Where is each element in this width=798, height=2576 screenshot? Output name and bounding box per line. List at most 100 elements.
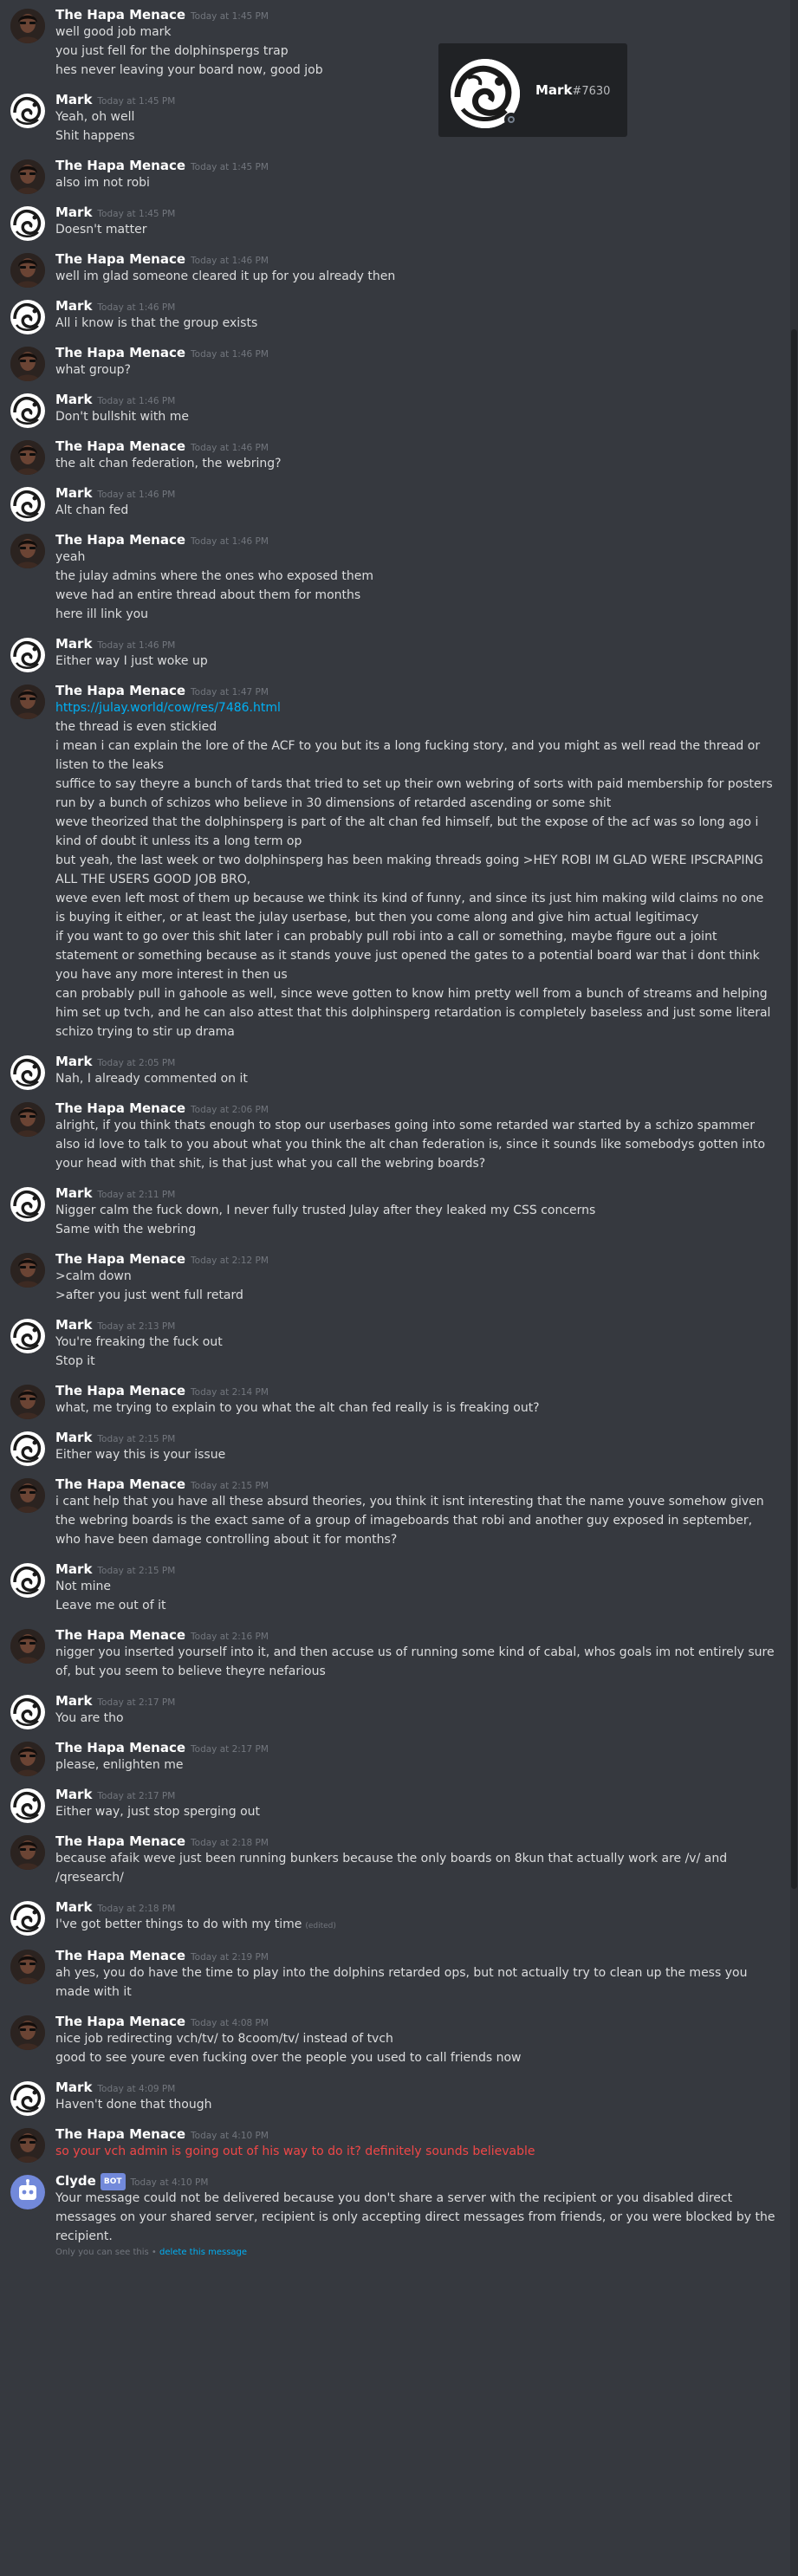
message-group: The Hapa Menace Today at 1:46 PM the alt c… <box>0 431 790 478</box>
message-header: Mark Today at 1:46 PM <box>55 392 776 407</box>
hapa-avatar-icon[interactable] <box>10 1742 45 1776</box>
delete-message-link[interactable]: delete this message <box>159 2248 247 2257</box>
author-name[interactable]: The Hapa Menace <box>55 683 185 698</box>
mark-avatar-icon[interactable] <box>10 300 45 334</box>
mark-avatar-icon[interactable] <box>10 206 45 241</box>
hapa-avatar-icon[interactable] <box>10 1835 45 1870</box>
message-line: Yeah, oh well <box>55 107 776 127</box>
author-name[interactable]: Mark <box>55 1317 92 1333</box>
hapa-avatar-icon[interactable] <box>10 1629 45 1664</box>
mark-avatar-icon[interactable] <box>10 1187 45 1222</box>
timestamp: Today at 1:45 PM <box>191 162 269 172</box>
popout-username: Mark#7630 <box>535 82 611 98</box>
hapa-avatar-icon[interactable] <box>10 1385 45 1419</box>
message-line: Either way this is your issue <box>55 1445 776 1464</box>
hapa-avatar-icon[interactable] <box>10 440 45 475</box>
author-name[interactable]: The Hapa Menace <box>55 1100 185 1116</box>
mark-avatar-icon[interactable] <box>10 1055 45 1090</box>
message-line: i mean i can explain the lore of the ACF… <box>55 736 776 775</box>
hapa-avatar-icon[interactable] <box>10 2128 45 2163</box>
author-name[interactable]: Mark <box>55 636 92 652</box>
message-line: I've got better things to do with my tim… <box>55 1915 776 1936</box>
message-line: Stop it <box>55 1352 776 1371</box>
message-group: Mark Today at 1:46 PM Don't bullshit with … <box>0 385 790 431</box>
hapa-avatar-icon[interactable] <box>10 534 45 568</box>
mark-avatar-icon[interactable] <box>10 1319 45 1353</box>
hapa-avatar-icon[interactable] <box>10 2015 45 2050</box>
hapa-avatar-icon[interactable] <box>10 347 45 381</box>
author-name[interactable]: Mark <box>55 298 92 314</box>
message-line: because afaik weve just been running bun… <box>55 1849 776 1887</box>
message-line: run by a bunch of schizos who believe in… <box>55 794 776 813</box>
message-text: yeah <box>55 550 86 564</box>
message-header: The Hapa Menace Today at 1:46 PM <box>55 438 776 454</box>
author-name[interactable]: The Hapa Menace <box>55 2014 185 2029</box>
author-name[interactable]: The Hapa Menace <box>55 158 185 173</box>
mark-avatar-icon[interactable] <box>10 1788 45 1823</box>
message-text: You are tho <box>55 1711 124 1725</box>
scrollbar[interactable] <box>790 0 798 2576</box>
hapa-avatar-icon[interactable] <box>10 1478 45 1513</box>
message-line: Same with the webring <box>55 1220 776 1239</box>
mark-avatar-icon[interactable] <box>10 1431 45 1466</box>
message-text: Same with the webring <box>55 1223 197 1236</box>
hapa-avatar-icon[interactable] <box>10 1102 45 1137</box>
hapa-avatar-icon[interactable] <box>10 1950 45 1984</box>
author-name[interactable]: The Hapa Menace <box>55 1740 185 1755</box>
message-text: Either way I just woke up <box>55 654 208 668</box>
author-name[interactable]: Mark <box>55 1899 92 1915</box>
hapa-avatar-icon[interactable] <box>10 9 45 43</box>
author-name[interactable]: Mark <box>55 1054 92 1069</box>
author-name[interactable]: The Hapa Menace <box>55 1383 185 1398</box>
message-group: Mark Today at 1:46 PM Alt chan fed <box>0 478 790 525</box>
mark-avatar-icon[interactable] <box>10 393 45 428</box>
message-header: The Hapa Menace Today at 2:18 PM <box>55 1833 776 1849</box>
author-name[interactable]: The Hapa Menace <box>55 1833 185 1849</box>
hapa-avatar-icon[interactable] <box>10 1253 45 1288</box>
author-name[interactable]: Mark <box>55 92 92 107</box>
message-line: Alt chan fed <box>55 501 776 520</box>
clyde-bot-avatar-icon[interactable] <box>10 2175 45 2209</box>
message-group: The Hapa Menace Today at 2:14 PM what, me … <box>0 1376 790 1423</box>
edited-label: (edited) <box>305 1922 336 1930</box>
mark-avatar-icon[interactable] <box>10 1695 45 1729</box>
mark-avatar-icon[interactable] <box>10 2081 45 2116</box>
author-name[interactable]: Mark <box>55 1185 92 1201</box>
message-group: Mark Today at 2:05 PM Nah, I already comme… <box>0 1047 790 1093</box>
hapa-avatar-icon[interactable] <box>10 685 45 719</box>
message-header: Mark Today at 2:11 PM <box>55 1185 776 1201</box>
message-group: The Hapa Menace Today at 2:17 PM please, e… <box>0 1733 790 1780</box>
author-name[interactable]: Mark <box>55 1787 92 1802</box>
mark-avatar-icon[interactable] <box>10 487 45 522</box>
author-name[interactable]: Mark <box>55 392 92 407</box>
author-name[interactable]: The Hapa Menace <box>55 532 185 548</box>
author-name[interactable]: The Hapa Menace <box>55 2126 185 2142</box>
author-name[interactable]: The Hapa Menace <box>55 345 185 360</box>
author-name[interactable]: The Hapa Menace <box>55 1251 185 1267</box>
mark-avatar-icon[interactable] <box>10 1563 45 1598</box>
author-name[interactable]: Mark <box>55 1430 92 1445</box>
hapa-avatar-icon[interactable] <box>10 253 45 288</box>
author-name[interactable]: The Hapa Menace <box>55 1948 185 1963</box>
mark-avatar-icon[interactable] <box>10 638 45 672</box>
author-name[interactable]: Mark <box>55 1693 92 1709</box>
author-name[interactable]: The Hapa Menace <box>55 1476 185 1492</box>
hapa-avatar-icon[interactable] <box>10 159 45 194</box>
message-header: Mark Today at 1:45 PM <box>55 204 776 220</box>
author-name[interactable]: Mark <box>55 1561 92 1577</box>
scrollbar-thumb[interactable] <box>791 329 797 1889</box>
message-text: I've got better things to do with my tim… <box>55 1917 302 1931</box>
author-name[interactable]: Mark <box>55 485 92 501</box>
author-name[interactable]: The Hapa Menace <box>55 7 185 23</box>
author-name[interactable]: The Hapa Menace <box>55 438 185 454</box>
author-name[interactable]: The Hapa Menace <box>55 1627 185 1643</box>
message-link[interactable]: https://julay.world/cow/res/7486.html <box>55 701 281 715</box>
author-name[interactable]: Clyde <box>55 2173 96 2189</box>
message-text: i cant help that you have all these absu… <box>55 1495 764 1547</box>
author-name[interactable]: Mark <box>55 204 92 220</box>
author-name[interactable]: The Hapa Menace <box>55 251 185 267</box>
author-name[interactable]: Mark <box>55 2080 92 2095</box>
mark-avatar-icon[interactable] <box>10 1901 45 1936</box>
mark-avatar-icon[interactable] <box>10 94 45 128</box>
message-header: Mark Today at 2:13 PM <box>55 1317 776 1333</box>
